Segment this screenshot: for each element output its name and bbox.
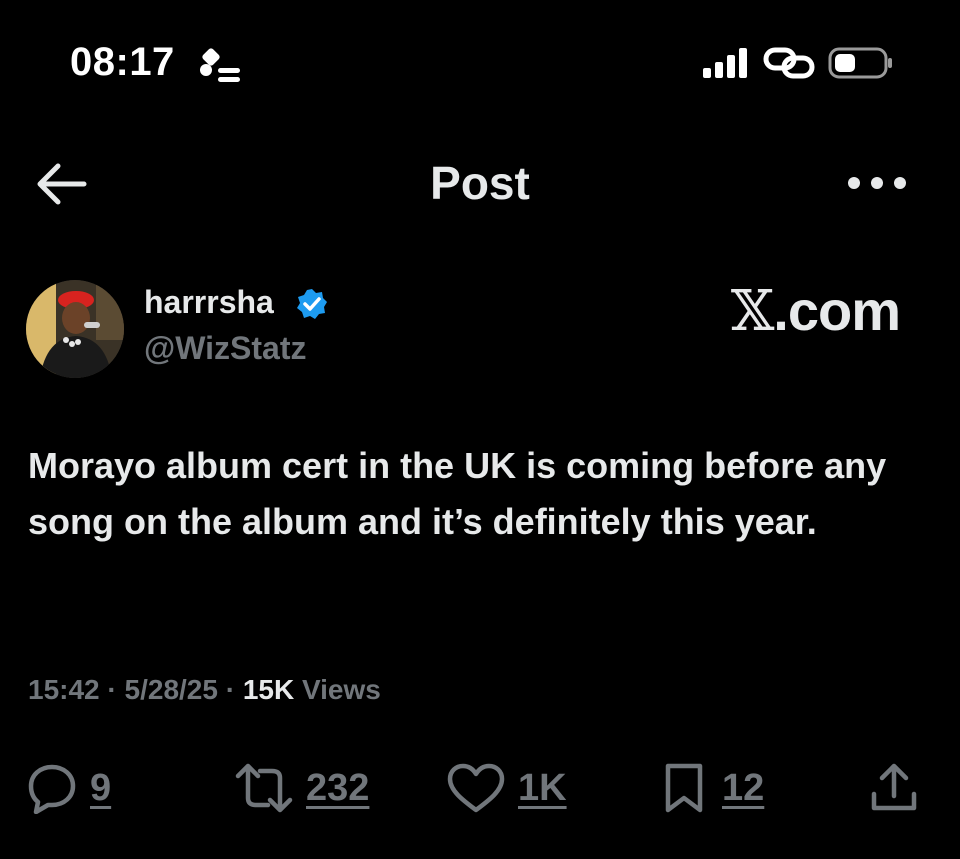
meta-separator: · (225, 674, 236, 705)
reply-button[interactable]: 9 (26, 760, 111, 816)
status-time: 08:17 (70, 40, 175, 84)
avatar[interactable] (26, 280, 124, 378)
bookmark-count[interactable]: 12 (722, 767, 764, 810)
battery-icon (828, 47, 892, 79)
avatar-photo (26, 280, 124, 378)
post-meta: 15:42 · 5/28/25 · 15K Views (28, 674, 381, 706)
repost-icon (235, 763, 293, 813)
verified-icon (297, 289, 327, 319)
post-time: 15:42 (28, 674, 100, 705)
signal-icon (703, 48, 747, 78)
views-label: Views (301, 674, 381, 705)
like-count[interactable]: 1K (518, 767, 567, 810)
reply-count[interactable]: 9 (90, 767, 111, 810)
more-icon[interactable] (846, 170, 908, 196)
xcom-watermark: 𝕏.com (730, 278, 901, 344)
like-icon (447, 763, 505, 813)
share-icon (871, 763, 917, 811)
share-button[interactable] (868, 760, 920, 816)
link-icon (763, 47, 815, 79)
post-date: 5/28/25 (124, 674, 218, 705)
x-logo: 𝕏 (730, 279, 774, 344)
post-text: Morayo album cert in the UK is coming be… (28, 445, 887, 542)
bookmark-button[interactable]: 12 (658, 760, 764, 816)
meta-separator: · (107, 674, 117, 705)
bookmark-icon (665, 763, 703, 813)
repost-button[interactable]: 232 (234, 760, 369, 816)
page-title: Post (430, 157, 530, 209)
display-name[interactable]: harrrsha (144, 284, 274, 321)
post-screen: 08:17 Post harrrsha @WizStatz 𝕏.com Mora… (0, 0, 960, 859)
repost-count[interactable]: 232 (306, 767, 369, 810)
reply-icon (28, 764, 76, 814)
views-count: 15K (242, 674, 295, 705)
focus-icon (200, 48, 240, 82)
watermark-suffix: .com (773, 279, 901, 342)
user-handle[interactable]: @WizStatz (144, 330, 306, 367)
like-button[interactable]: 1K (446, 760, 567, 816)
